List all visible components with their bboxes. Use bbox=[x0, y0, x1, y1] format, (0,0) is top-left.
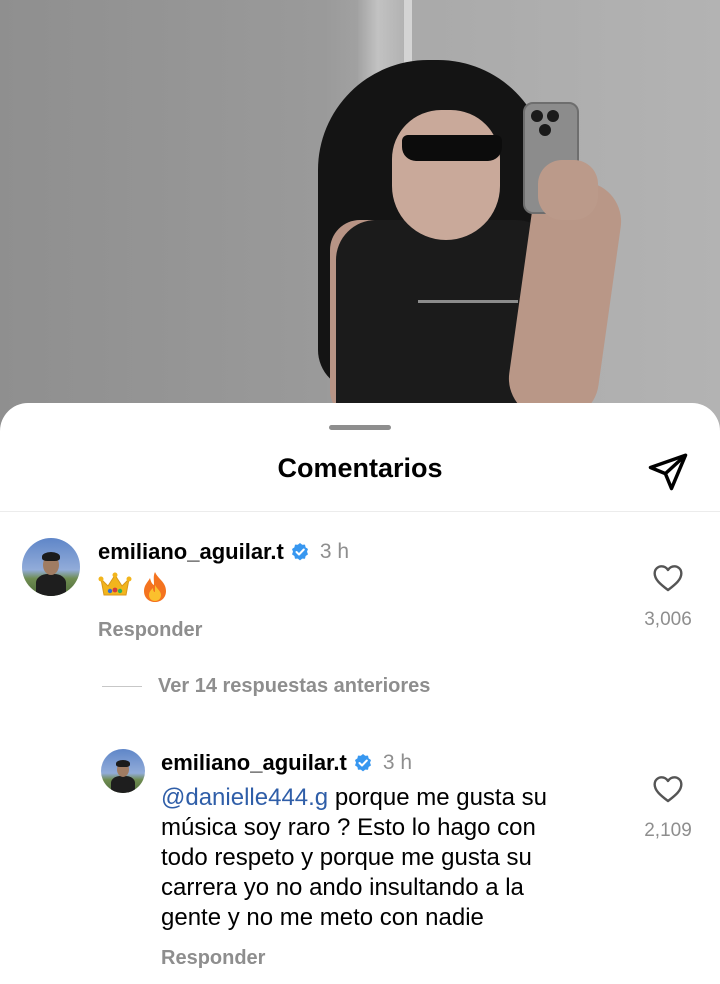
view-replies-button[interactable]: Ver 14 respuestas anteriores bbox=[102, 675, 430, 698]
heart-outline-icon bbox=[653, 776, 683, 803]
paper-plane-icon bbox=[648, 453, 688, 491]
comment-emojis bbox=[98, 571, 170, 603]
mention-link[interactable]: @danielle444.g bbox=[161, 784, 328, 811]
reply-text: @danielle444.g porque me gusta su música… bbox=[161, 783, 621, 933]
person-hand bbox=[538, 160, 598, 220]
sheet-divider bbox=[0, 511, 720, 512]
crown-emoji bbox=[98, 572, 132, 596]
avatar[interactable] bbox=[101, 749, 145, 793]
username-text[interactable]: emiliano_aguilar.t bbox=[161, 750, 347, 776]
sheet-grabber[interactable] bbox=[329, 425, 391, 430]
reply-line: música soy raro ? Esto lo hago con bbox=[161, 814, 536, 841]
reply-line: @danielle444.g porque me gusta su bbox=[161, 784, 547, 811]
phone-camera bbox=[547, 110, 559, 122]
heart-outline-icon bbox=[653, 565, 683, 592]
sheet-title: Comentarios bbox=[277, 453, 443, 483]
reply-button[interactable]: Responder bbox=[98, 619, 202, 642]
top-print bbox=[418, 300, 518, 350]
replies-line bbox=[102, 686, 142, 687]
reply-author[interactable]: emiliano_aguilar.t 3 h bbox=[161, 750, 412, 776]
username-text[interactable]: emiliano_aguilar.t bbox=[98, 539, 284, 565]
reply-time: 3 h bbox=[382, 751, 413, 774]
like-button[interactable] bbox=[650, 561, 686, 595]
reply-line: carrera yo no ando insultando a la bbox=[161, 874, 524, 901]
reply-line: gente y no me meto con nadie bbox=[161, 904, 484, 931]
like-count: 3,006 bbox=[644, 609, 692, 630]
verified-badge-icon bbox=[291, 543, 308, 561]
reply-line: todo respeto y porque me gusta su bbox=[161, 844, 532, 871]
post-photo bbox=[0, 0, 720, 440]
avatar[interactable] bbox=[22, 538, 80, 596]
fire-emoji bbox=[144, 572, 166, 602]
like-button[interactable] bbox=[650, 772, 686, 806]
comments-sheet: Comentarios emiliano_aguilar.t 3 h Respo… bbox=[0, 403, 720, 984]
send-button[interactable] bbox=[644, 447, 692, 495]
comment-author[interactable]: emiliano_aguilar.t 3 h bbox=[98, 539, 349, 565]
view-replies-label[interactable]: Ver 14 respuestas anteriores bbox=[158, 675, 430, 698]
person-face bbox=[392, 110, 500, 240]
reply-button[interactable]: Responder bbox=[161, 947, 265, 970]
verified-badge-icon bbox=[354, 754, 371, 772]
like-count: 2,109 bbox=[644, 820, 692, 841]
phone-camera bbox=[531, 110, 543, 122]
phone-camera bbox=[539, 124, 551, 136]
comment-time: 3 h bbox=[319, 540, 350, 563]
sunglasses bbox=[402, 135, 502, 161]
